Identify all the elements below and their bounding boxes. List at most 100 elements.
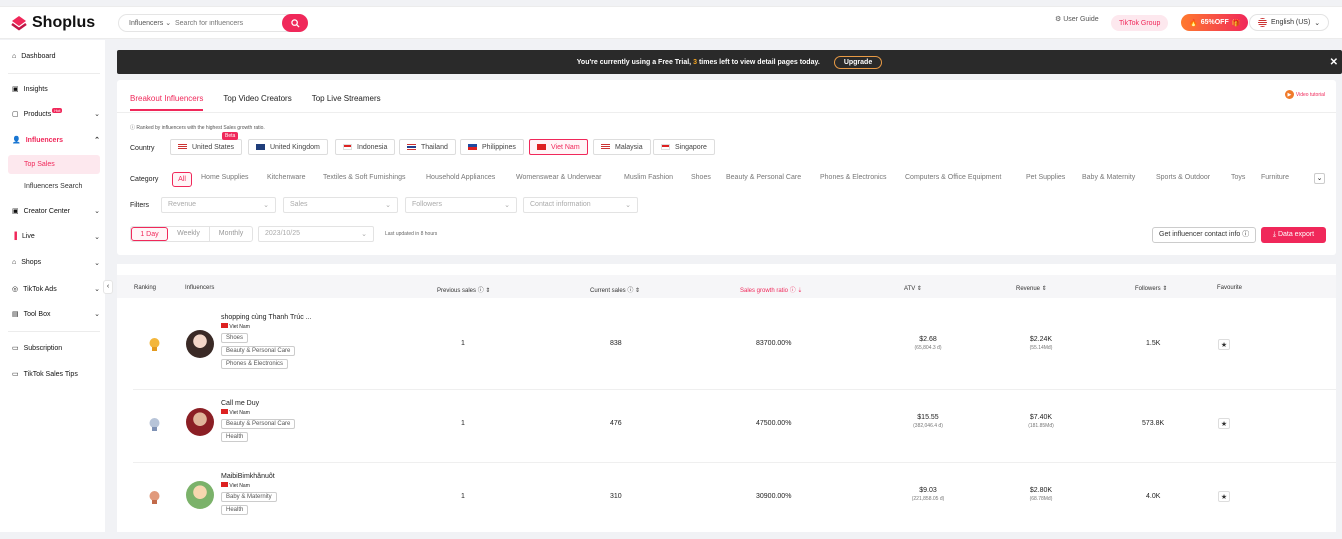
category-phones[interactable]: Phones & Electronics (820, 174, 887, 181)
category-pet-supplies[interactable]: Pet Supplies (1026, 174, 1065, 181)
sidebar-item-products[interactable]: ▢ Products Hot ⌄ (12, 108, 100, 118)
category-all[interactable]: All (172, 172, 192, 187)
table-row[interactable]: Call me Duy Viet Nam Beauty & Personal C… (133, 394, 1336, 466)
country-chip-vietnam[interactable]: Viet Nam (529, 139, 588, 155)
category-textiles[interactable]: Textiles & Soft Furnishings (323, 174, 405, 181)
avatar[interactable] (186, 481, 214, 509)
category-beauty[interactable]: Beauty & Personal Care (726, 174, 801, 181)
star-icon: ★ (1220, 341, 1228, 349)
category-toys[interactable]: Toys (1231, 174, 1245, 181)
category-label: Category (130, 176, 159, 183)
favourite-button[interactable]: ★ (1218, 418, 1230, 429)
filter-contact-info[interactable]: Contact information ⌄ (523, 197, 638, 213)
flag-malaysia-icon (601, 144, 610, 150)
category-sports[interactable]: Sports & Outdoor (1156, 174, 1210, 181)
flag-singapore-icon (661, 144, 670, 150)
previous-sales: 1 (461, 340, 465, 347)
contact-info-button[interactable]: Get influencer contact info ⓘ (1152, 227, 1257, 243)
atv-local: (221,858.05 đ) (911, 496, 945, 502)
header-previous-sales[interactable]: Previous sales ⓘ ⇕ (437, 285, 490, 294)
period-1-day[interactable]: 1 Day (131, 227, 168, 241)
sidebar-item-influencers-search[interactable]: Influencers Search (24, 183, 112, 190)
video-tutorial-link[interactable]: ▶ Video tutorial (1284, 90, 1325, 99)
header-sales-growth-ratio[interactable]: Sales growth ratio ⓘ ⇣ (740, 285, 802, 294)
period-monthly[interactable]: Monthly (210, 227, 252, 241)
upgrade-button[interactable]: Upgrade (833, 55, 883, 69)
favourite-button[interactable]: ★ (1218, 491, 1230, 502)
info-icon: ⓘ (130, 125, 136, 131)
tag: Shoes (221, 333, 249, 343)
sidebar-item-live[interactable]: ▐ Live ⌄ (12, 233, 100, 241)
close-icon[interactable]: ✕ (1330, 57, 1338, 68)
language-select[interactable]: English (US) ⌄ (1249, 14, 1330, 31)
category-shoes[interactable]: Shoes (691, 174, 711, 181)
sidebar-item-shops[interactable]: ⌂ Shops ⌄ (12, 259, 100, 267)
fire-icon: 🔥 (1189, 19, 1198, 27)
sidebar-item-insights[interactable]: ▣ Insights (12, 85, 100, 94)
brand-logo[interactable]: Shoplus (10, 14, 95, 32)
collapse-sidebar-button[interactable]: ‹ (103, 280, 113, 294)
influencer-name[interactable]: shopping cùng Thanh Trúc ... (221, 314, 421, 321)
category-womenswear[interactable]: Womenswear & Underwear (516, 174, 601, 181)
sidebar-item-tiktok-ads[interactable]: ◎ TikTok Ads ⌄ (12, 285, 100, 294)
search-button[interactable] (282, 14, 308, 32)
avatar[interactable] (186, 408, 214, 436)
sidebar-item-dashboard[interactable]: ⌂ Dashboard (12, 53, 100, 60)
country-chip-uk[interactable]: United Kingdom (248, 139, 328, 155)
sidebar-item-sales-tips[interactable]: ▭ TikTok Sales Tips (12, 370, 100, 379)
tab-top-live-streamers[interactable]: Top Live Streamers (312, 94, 381, 111)
country-chip-singapore[interactable]: Singapore (653, 139, 715, 155)
table-row[interactable]: MaibiBimkhănuôt Viet Nam Baby & Maternit… (133, 467, 1336, 539)
header-current-sales[interactable]: Current sales ⓘ ⇕ (590, 285, 640, 294)
filter-revenue[interactable]: Revenue ⌄ (161, 197, 276, 213)
sidebar-item-subscription[interactable]: ▭ Subscription (12, 344, 100, 353)
header-atv[interactable]: ATV ⇕ (904, 285, 922, 292)
category-kitchenware[interactable]: Kitchenware (267, 174, 306, 181)
current-sales: 838 (610, 340, 622, 347)
influencer-name[interactable]: MaibiBimkhănuôt (221, 473, 421, 480)
search-scope-select[interactable]: Influencers ⌄ (119, 19, 175, 27)
filter-sales[interactable]: Sales ⌄ (283, 197, 398, 213)
category-muslim-fashion[interactable]: Muslim Fashion (624, 174, 673, 181)
country-chip-indonesia[interactable]: Indonesia (335, 139, 396, 155)
category-baby-maternity[interactable]: Baby & Maternity (1082, 174, 1135, 181)
silver-medal-icon (149, 418, 160, 431)
sidebar-item-influencers[interactable]: 👤 Influencers ⌃ (12, 136, 100, 145)
country-chip-malaysia[interactable]: Malaysia (593, 139, 651, 155)
country-chip-us[interactable]: United States (170, 139, 243, 155)
favourite-button[interactable]: ★ (1218, 339, 1230, 350)
influencer-name[interactable]: Call me Duy (221, 400, 421, 407)
category-computers[interactable]: Computers & Office Equipment (905, 174, 1001, 181)
category-furniture[interactable]: Furniture (1261, 174, 1289, 181)
period-weekly[interactable]: Weekly (168, 227, 210, 241)
followers: 573.8K (1142, 420, 1165, 427)
current-sales: 476 (610, 420, 622, 427)
tab-breakout-influencers[interactable]: Breakout Influencers (130, 94, 204, 111)
avatar[interactable] (186, 330, 214, 358)
tiktok-group-button[interactable]: TikTok Group (1111, 15, 1169, 31)
data-export-button[interactable]: ⤓ Data export (1261, 227, 1326, 243)
chevron-down-icon: ⌄ (1316, 175, 1323, 182)
promo-button[interactable]: 🔥 65%OFF 🎁 (1181, 14, 1249, 31)
ranking-tabs: Breakout Influencers Top Video Creators … (130, 94, 381, 111)
search-input[interactable] (175, 19, 275, 27)
header-followers[interactable]: Followers ⇕ (1135, 285, 1167, 292)
revenue-cell: $2.24K (55.14Mđ) (1001, 336, 1081, 351)
category-household-appliances[interactable]: Household Appliances (426, 174, 495, 181)
sidebar-item-top-sales[interactable]: Top Sales (24, 161, 112, 168)
sidebar-item-tool-box[interactable]: ▤ Tool Box ⌄ (12, 310, 100, 319)
current-sales: 310 (610, 493, 622, 500)
banner-text-after: times left to view detail pages today. (698, 58, 820, 66)
category-home-supplies[interactable]: Home Supplies (201, 174, 248, 181)
expand-categories-button[interactable]: ⌄ (1314, 173, 1325, 184)
filter-followers[interactable]: Followers ⌄ (405, 197, 517, 213)
tag: Health (221, 432, 249, 442)
user-guide-link[interactable]: ⚙ User Guide (1055, 15, 1099, 24)
sidebar-item-creator-center[interactable]: ▣ Creator Center ⌄ (12, 207, 100, 216)
country-chip-thailand[interactable]: Thailand (399, 139, 456, 155)
country-chip-philippines[interactable]: Philippines (460, 139, 524, 155)
header-revenue[interactable]: Revenue ⇕ (1016, 285, 1047, 292)
tab-top-video-creators[interactable]: Top Video Creators (223, 94, 291, 111)
date-picker[interactable]: 2023/10/25 ⌄ (258, 226, 374, 242)
table-row[interactable]: shopping cùng Thanh Trúc ... Viet Nam Sh… (133, 308, 1336, 380)
